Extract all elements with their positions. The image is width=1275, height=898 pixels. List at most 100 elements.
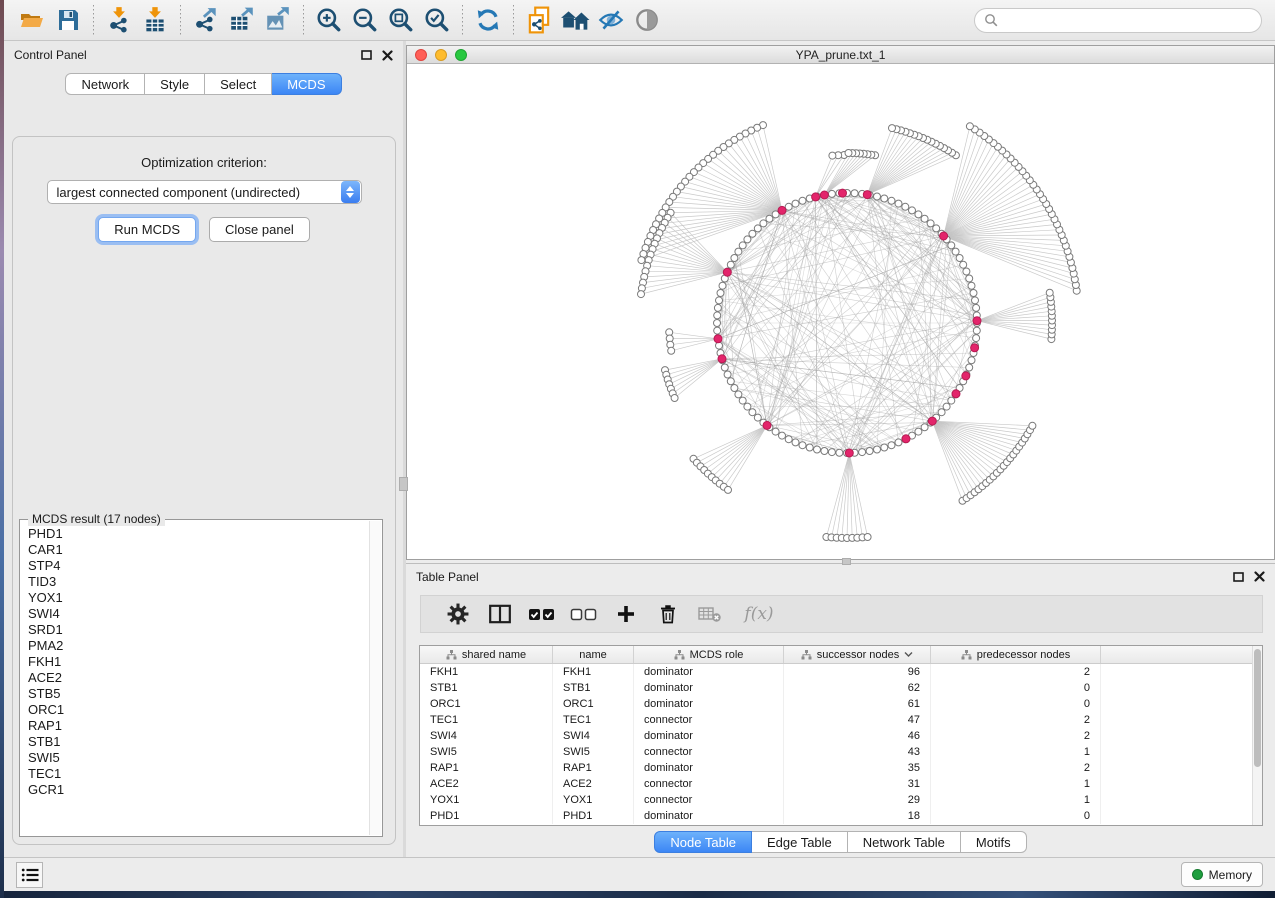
table-row[interactable]: ACE2ACE2connector311 xyxy=(420,776,1262,792)
save-session-icon[interactable] xyxy=(50,4,86,36)
table-cell[interactable]: ORC1 xyxy=(420,696,553,712)
tab-network[interactable]: Network xyxy=(65,73,145,95)
table-cell[interactable]: connector xyxy=(634,776,784,792)
table-cell[interactable]: dominator xyxy=(634,696,784,712)
mcds-result-item[interactable]: CAR1 xyxy=(28,542,369,558)
horizontal-splitter-grip[interactable] xyxy=(842,558,851,565)
table-row[interactable]: ORC1ORC1dominator610 xyxy=(420,696,1262,712)
column-header-successor-nodes[interactable]: successor nodes xyxy=(784,646,931,663)
mcds-result-item[interactable]: ORC1 xyxy=(28,702,369,718)
mcds-result-item[interactable]: STB1 xyxy=(28,734,369,750)
float-panel-icon[interactable] xyxy=(1233,572,1244,582)
zoom-selected-icon[interactable] xyxy=(419,4,455,36)
close-panel-icon[interactable] xyxy=(1254,571,1265,582)
zoom-fit-icon[interactable] xyxy=(383,4,419,36)
tab-select[interactable]: Select xyxy=(205,73,272,95)
table-cell[interactable]: FKH1 xyxy=(420,664,553,680)
mcds-result-item[interactable]: RAP1 xyxy=(28,718,369,734)
float-panel-icon[interactable] xyxy=(361,50,372,60)
table-cell[interactable]: dominator xyxy=(634,728,784,744)
log-console-button[interactable] xyxy=(16,862,43,888)
table-row[interactable]: SWI4SWI4dominator462 xyxy=(420,728,1262,744)
mcds-result-item[interactable]: SWI4 xyxy=(28,606,369,622)
table-row[interactable]: TEC1TEC1connector472 xyxy=(420,712,1262,728)
table-cell[interactable]: YOX1 xyxy=(553,792,634,808)
close-panel-icon[interactable] xyxy=(382,50,393,61)
table-cell[interactable]: STB1 xyxy=(420,680,553,696)
mcds-result-item[interactable]: SRD1 xyxy=(28,622,369,638)
table-cell[interactable]: RAP1 xyxy=(420,760,553,776)
table-row[interactable]: PHD1PHD1dominator180 xyxy=(420,808,1262,824)
table-cell[interactable]: 46 xyxy=(784,728,931,744)
table-cell[interactable]: PHD1 xyxy=(553,808,634,824)
tab-style[interactable]: Style xyxy=(145,73,205,95)
memory-button[interactable]: Memory xyxy=(1181,862,1263,887)
refresh-icon[interactable] xyxy=(470,4,506,36)
add-column-icon[interactable] xyxy=(605,599,647,629)
import-table-icon[interactable] xyxy=(137,4,173,36)
table-cell[interactable]: connector xyxy=(634,712,784,728)
table-cell[interactable]: 47 xyxy=(784,712,931,728)
table-cell[interactable]: SWI4 xyxy=(420,728,553,744)
table-cell[interactable]: 61 xyxy=(784,696,931,712)
mcds-result-item[interactable]: YOX1 xyxy=(28,590,369,606)
table-cell[interactable]: dominator xyxy=(634,760,784,776)
table-cell[interactable]: ACE2 xyxy=(420,776,553,792)
column-header-name[interactable]: name xyxy=(553,646,634,663)
table-cell[interactable]: dominator xyxy=(634,808,784,824)
table-cell[interactable]: 1 xyxy=(931,776,1101,792)
open-file-icon[interactable] xyxy=(14,4,50,36)
table-cell[interactable]: connector xyxy=(634,792,784,808)
zoom-in-icon[interactable] xyxy=(311,4,347,36)
import-network-icon[interactable] xyxy=(101,4,137,36)
settings-gear-icon[interactable] xyxy=(437,599,479,629)
search-input[interactable] xyxy=(998,13,1252,27)
table-cell[interactable]: 43 xyxy=(784,744,931,760)
table-cell[interactable]: SWI5 xyxy=(420,744,553,760)
table-cell[interactable]: 29 xyxy=(784,792,931,808)
table-scrollbar[interactable] xyxy=(1252,646,1262,825)
table-row[interactable]: STB1STB1dominator620 xyxy=(420,680,1262,696)
table-cell[interactable]: connector xyxy=(634,744,784,760)
table-cell[interactable]: ORC1 xyxy=(553,696,634,712)
delete-column-icon[interactable] xyxy=(647,599,689,629)
table-cell[interactable]: ACE2 xyxy=(553,776,634,792)
table-row[interactable]: SWI5SWI5connector431 xyxy=(420,744,1262,760)
first-neighbors-icon[interactable] xyxy=(521,4,557,36)
table-cell[interactable]: RAP1 xyxy=(553,760,634,776)
table-cell[interactable]: 0 xyxy=(931,808,1101,824)
delete-table-icon[interactable] xyxy=(689,599,731,629)
network-window-titlebar[interactable]: YPA_prune.txt_1 xyxy=(407,46,1274,64)
column-header-MCDS-role[interactable]: MCDS role xyxy=(634,646,784,663)
table-cell[interactable]: 1 xyxy=(931,792,1101,808)
splitter-grip[interactable] xyxy=(399,477,408,491)
mcds-result-item[interactable]: ACE2 xyxy=(28,670,369,686)
scrollbar-thumb[interactable] xyxy=(1254,649,1261,767)
table-cell[interactable]: 0 xyxy=(931,696,1101,712)
tab-edge-table[interactable]: Edge Table xyxy=(752,831,848,853)
mcds-result-scrollbar[interactable] xyxy=(369,521,381,835)
mcds-result-item[interactable]: PHD1 xyxy=(28,526,369,542)
export-table-icon[interactable] xyxy=(224,4,260,36)
export-image-icon[interactable] xyxy=(260,4,296,36)
close-panel-button[interactable]: Close panel xyxy=(209,217,310,242)
mcds-result-item[interactable]: TID3 xyxy=(28,574,369,590)
table-cell[interactable]: 2 xyxy=(931,728,1101,744)
table-cell[interactable]: dominator xyxy=(634,664,784,680)
table-cell[interactable]: SWI5 xyxy=(553,744,634,760)
network-view[interactable] xyxy=(407,64,1274,559)
table-cell[interactable]: PHD1 xyxy=(420,808,553,824)
hide-graphics-icon[interactable] xyxy=(593,4,629,36)
mcds-result-item[interactable]: SWI5 xyxy=(28,750,369,766)
mcds-result-list[interactable]: PHD1CAR1STP4TID3YOX1SWI4SRD1PMA2FKH1ACE2… xyxy=(21,521,369,835)
table-cell[interactable]: 2 xyxy=(931,760,1101,776)
mcds-result-item[interactable]: STB5 xyxy=(28,686,369,702)
tab-node-table[interactable]: Node Table xyxy=(654,831,752,853)
select-all-icon[interactable] xyxy=(521,599,563,629)
run-mcds-button[interactable]: Run MCDS xyxy=(98,217,196,242)
mcds-result-item[interactable]: STP4 xyxy=(28,558,369,574)
table-cell[interactable]: 2 xyxy=(931,664,1101,680)
column-header-predecessor-nodes[interactable]: predecessor nodes xyxy=(931,646,1101,663)
tab-mcds[interactable]: MCDS xyxy=(272,73,341,95)
table-cell[interactable]: STB1 xyxy=(553,680,634,696)
